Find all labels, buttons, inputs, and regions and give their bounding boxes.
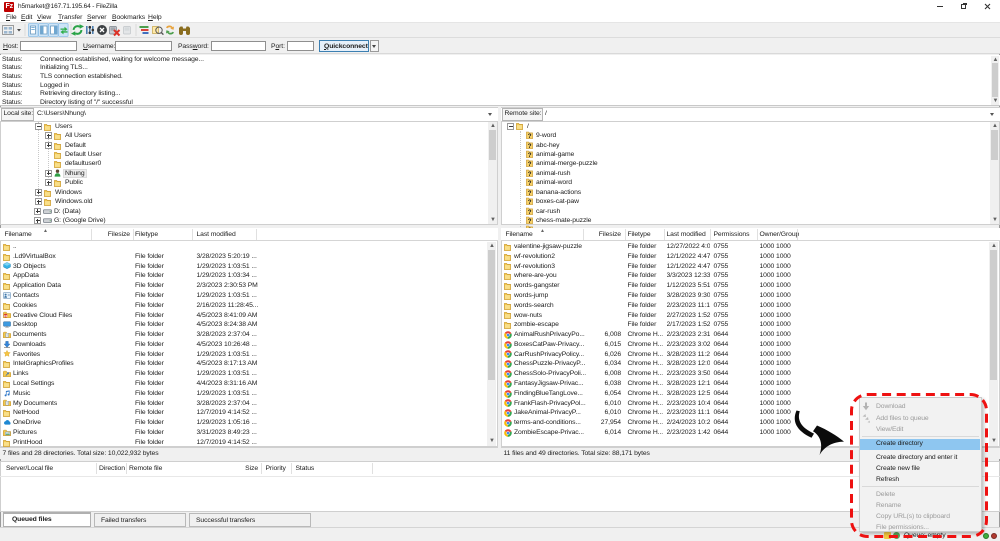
svg-text:cc: cc <box>4 314 8 318</box>
svg-text:?: ? <box>528 152 532 158</box>
svg-text:?: ? <box>528 199 532 205</box>
svg-text:?: ? <box>528 190 532 196</box>
svg-text:?: ? <box>528 161 532 167</box>
svg-text:?: ? <box>528 208 532 214</box>
svg-text:?: ? <box>528 218 532 224</box>
svg-text:?: ? <box>528 171 532 177</box>
svg-text:?: ? <box>528 180 532 186</box>
svg-text:?: ? <box>528 133 532 139</box>
svg-text:?: ? <box>528 142 532 148</box>
